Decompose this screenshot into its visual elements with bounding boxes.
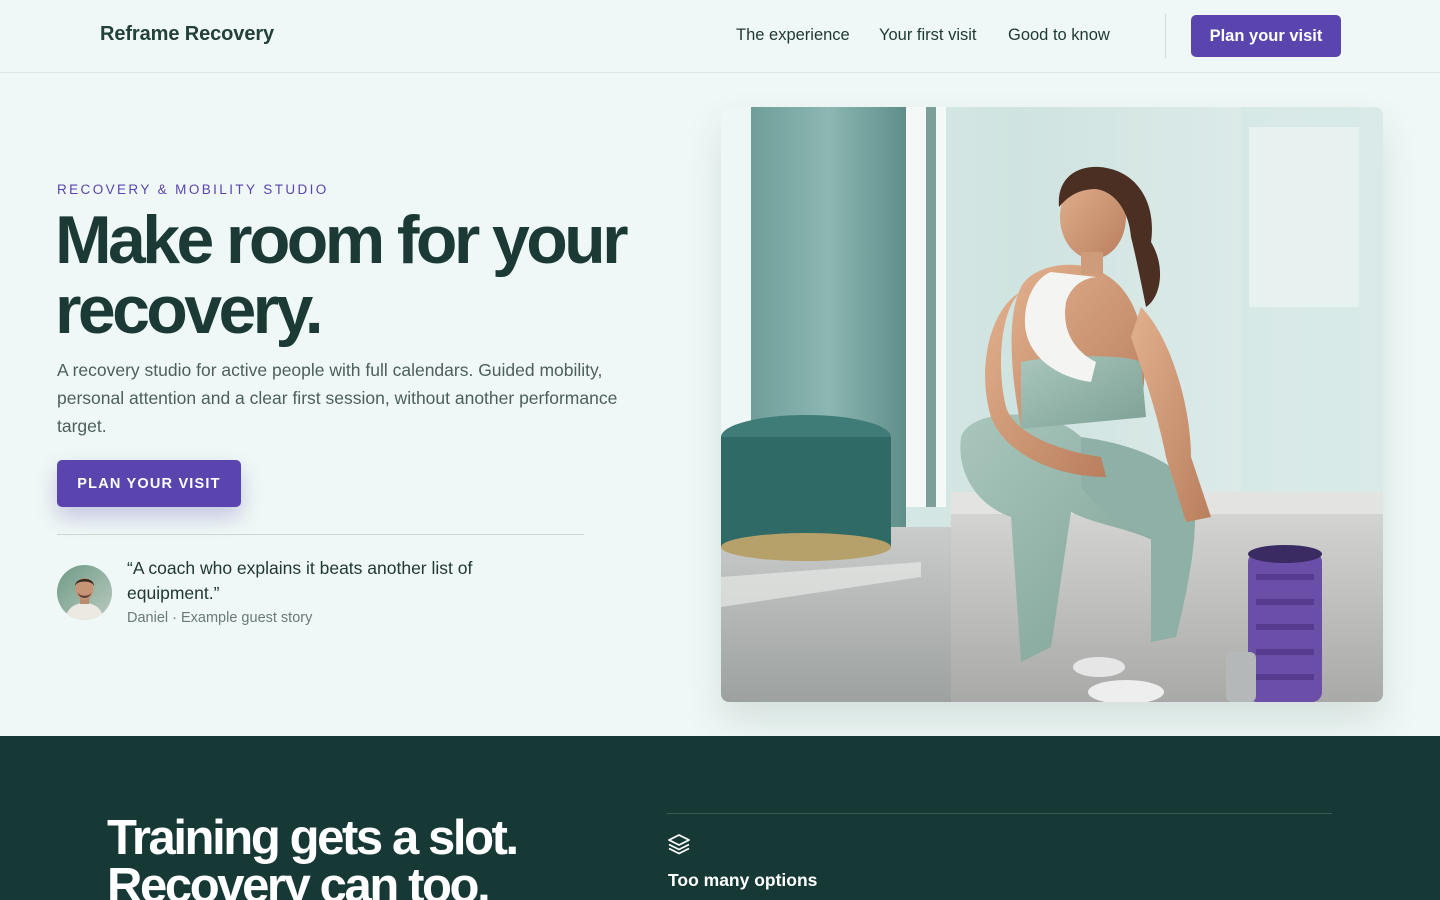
nav-link-experience[interactable]: The experience	[736, 26, 850, 45]
guest-avatar	[57, 565, 112, 620]
nav-divider	[1165, 14, 1166, 58]
recovery-band: Training gets a slot. Recovery can too. …	[0, 736, 1440, 900]
hero-eyebrow: RECOVERY & MOBILITY STUDIO	[57, 182, 329, 197]
site-header: Reframe Recovery The experience Your fir…	[0, 0, 1440, 73]
brand-logo[interactable]: Reframe Recovery	[100, 23, 274, 46]
band-heading: Training gets a slot. Recovery can too.	[107, 811, 519, 900]
hero-divider	[57, 534, 584, 535]
layers-icon	[668, 834, 690, 855]
band-divider	[667, 813, 1332, 814]
hero-lede: A recovery studio for active people with…	[57, 360, 618, 436]
plan-visit-button[interactable]: Plan your visit	[1191, 15, 1341, 57]
nav-link-good-to-know[interactable]: Good to know	[1008, 26, 1110, 45]
guest-quote: “A coach who explains it beats another l…	[127, 558, 473, 603]
guest-quote-attribution: Daniel · Example guest story	[127, 610, 313, 626]
hero-plan-visit-button[interactable]: PLAN YOUR VISIT	[57, 460, 241, 507]
hero-headline: Make room for your recovery.	[55, 202, 629, 348]
hero-photo	[721, 107, 1383, 702]
nav-link-first-visit[interactable]: Your first visit	[879, 26, 977, 45]
feature-title: Too many options	[668, 870, 818, 890]
